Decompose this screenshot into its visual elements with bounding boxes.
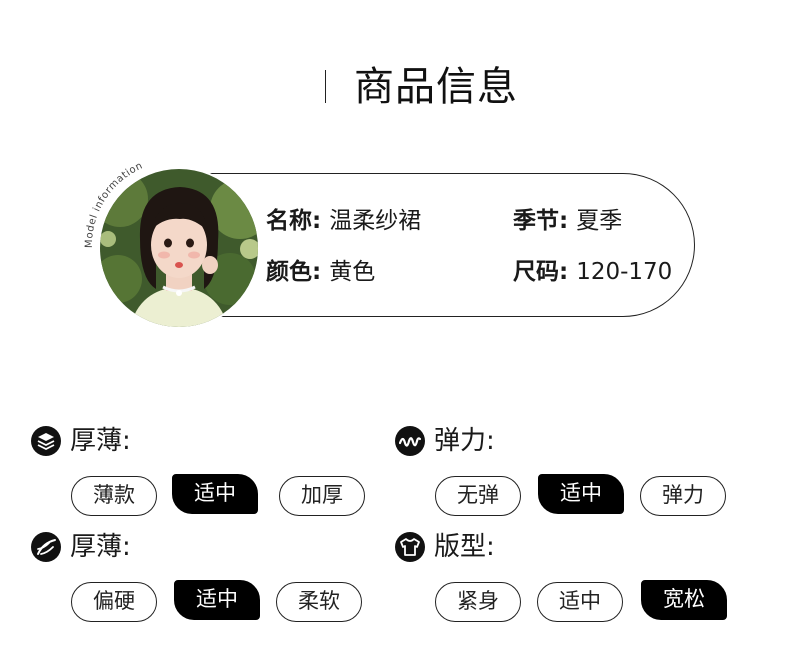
tshirt-icon: [395, 532, 425, 562]
option-stretch[interactable]: 弹力: [640, 476, 726, 516]
option-medium-selected[interactable]: 适中: [538, 474, 624, 514]
field-name: 名称: 温柔纱裙: [266, 208, 422, 234]
option-soft[interactable]: 柔软: [276, 582, 362, 622]
attribute-fit: 版型:: [395, 532, 495, 562]
option-medium-selected[interactable]: 适中: [172, 474, 258, 514]
svg-text:Model information: Model information: [84, 160, 145, 248]
badge-text: Model information: [84, 160, 144, 248]
model-information-badge: Model information: [84, 160, 145, 248]
field-color: 颜色: 黄色: [266, 259, 376, 285]
option-no-stretch[interactable]: 无弹: [435, 476, 521, 516]
attribute-thickness: 厚薄:: [31, 426, 131, 456]
option-stiff[interactable]: 偏硬: [71, 582, 157, 622]
field-size: 尺码: 120-170: [513, 259, 673, 285]
option-thin[interactable]: 薄款: [71, 476, 157, 516]
option-tight[interactable]: 紧身: [435, 582, 521, 622]
field-season: 季节: 夏季: [513, 208, 623, 234]
layers-icon: [31, 426, 61, 456]
option-loose-selected[interactable]: 宽松: [641, 580, 727, 620]
title-divider: [325, 70, 326, 103]
wave-icon: [395, 426, 425, 456]
attribute-elasticity: 弹力:: [395, 426, 495, 456]
option-thick[interactable]: 加厚: [279, 476, 365, 516]
attribute-softness: 厚薄:: [31, 532, 131, 562]
option-medium[interactable]: 适中: [537, 582, 623, 622]
page-title: 商品信息: [354, 64, 518, 110]
feather-icon: [31, 532, 61, 562]
option-medium-selected[interactable]: 适中: [174, 580, 260, 620]
